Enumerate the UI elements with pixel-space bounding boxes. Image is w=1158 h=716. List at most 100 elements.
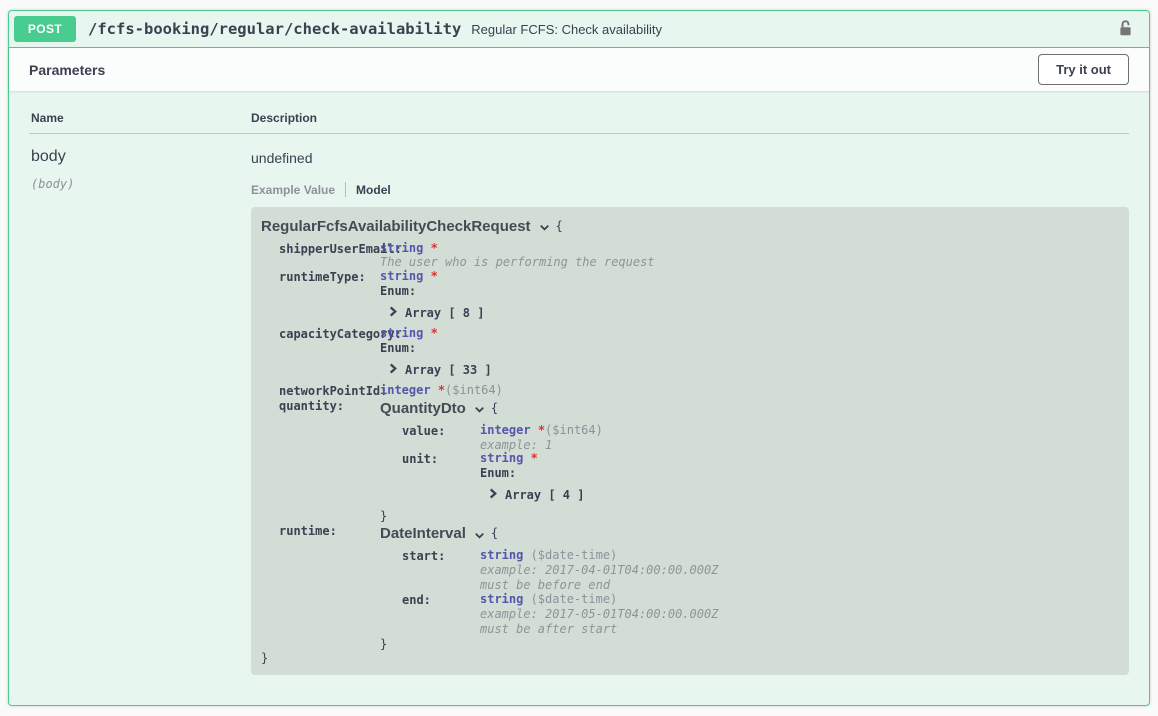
enum-array-toggle[interactable]: Array [ 8 ] <box>388 306 1119 320</box>
endpoint-path[interactable]: /fcfs-booking/regular/check-availability <box>88 20 461 38</box>
parameters-title: Parameters <box>29 61 106 78</box>
chevron-down-icon[interactable] <box>538 221 551 234</box>
property-format: ($date-time) <box>523 591 618 606</box>
property-value: string * Enum: Array [ 4 ] <box>480 452 1119 508</box>
endpoint-summary[interactable]: POST /fcfs-booking/regular/check-availab… <box>9 11 1149 48</box>
property-type: string <box>380 326 424 341</box>
property-name: capacityCategory: <box>279 327 402 342</box>
property-name: start: <box>402 548 446 563</box>
property-example: example: 2017-04-01T04:00:00.000Z <box>480 562 719 577</box>
property-name: unit: <box>402 452 439 467</box>
enum-array-toggle[interactable]: Array [ 4 ] <box>488 488 1119 502</box>
model-box: RegularFcfsAvailabilityCheckRequest { sh… <box>251 207 1129 676</box>
parameters-table-header: Name Description <box>29 99 1129 134</box>
nested-model-title[interactable]: DateInterval <box>380 524 466 544</box>
property-type: integer <box>480 422 531 437</box>
chevron-right-icon <box>488 488 498 502</box>
property-format: ($int64) <box>445 383 503 398</box>
property-name: networkPointId: <box>279 384 388 399</box>
model-title[interactable]: RegularFcfsAvailabilityCheckRequest <box>261 217 531 237</box>
description-column-header: Description <box>251 111 318 125</box>
required-star: * <box>537 422 546 437</box>
property-row-runtimeType: runtimeType: string * Enum: Array [ 8 ] <box>279 270 1119 326</box>
open-brace: { <box>555 218 563 233</box>
parameter-description-cell: undefined Example Value Model RegularFcf… <box>251 148 1129 676</box>
parameters-body: Name Description body (body) undefined E… <box>9 91 1149 705</box>
property-format: ($date-time) <box>523 547 618 562</box>
nested-properties: value: integer *($int64) example: 1 unit… <box>402 422 1119 509</box>
chevron-down-icon[interactable] <box>473 403 486 416</box>
property-row-unit: unit: string * Enum: Array [ 4 ] <box>402 452 1119 508</box>
close-brace: } <box>380 509 388 524</box>
required-star: * <box>437 383 446 398</box>
property-type: string <box>380 240 424 255</box>
parameter-location: (body) <box>31 177 75 191</box>
property-type: string <box>480 547 524 562</box>
property-value: integer *($int64) example: 1 <box>480 422 1119 452</box>
property-value: string ($date-time) example: 2017-05-01T… <box>480 591 1119 636</box>
property-type-line: string * <box>380 327 1119 340</box>
property-row-capacityCategory: capacityCategory: string * Enum: Array [… <box>279 327 1119 383</box>
property-row-quantity: quantity: QuantityDto {value: integer *… <box>279 399 1119 523</box>
parameter-description: undefined <box>251 150 313 166</box>
property-value: DateInterval {start: string ($date-time… <box>380 524 1119 650</box>
property-row-networkPointId: networkPointId: integer *($int64) <box>279 384 1119 398</box>
property-example: example: 1 <box>480 437 553 452</box>
chevron-right-icon <box>388 363 398 377</box>
auth-unlock-button[interactable] <box>1117 17 1144 41</box>
tab-example-value[interactable]: Example Value <box>251 183 335 197</box>
model-title-row: RegularFcfsAvailabilityCheckRequest { <box>261 217 1119 237</box>
parameter-name: body <box>31 148 66 165</box>
property-name: end: <box>402 592 431 607</box>
property-type-line: string * <box>380 270 1119 283</box>
property-note: must be after start <box>480 621 618 636</box>
property-example: example: 2017-05-01T04:00:00.000Z <box>480 606 719 621</box>
try-it-out-button[interactable]: Try it out <box>1038 54 1129 85</box>
chevron-right-icon <box>388 306 398 320</box>
property-value: QuantityDto {value: integer *($int64) e… <box>380 399 1119 523</box>
property-description: The user who is performing the request <box>380 255 655 270</box>
post-method-badge: POST <box>14 16 76 42</box>
endpoint-description: Regular FCFS: Check availability <box>471 21 663 37</box>
property-type-line: integer *($int64) <box>480 422 1119 437</box>
enum-array-label: Array [ 33 ] <box>405 362 492 377</box>
parameter-row-body: body (body) undefined Example Value Mode… <box>29 134 1129 676</box>
model-tabs: Example Value Model <box>251 182 1129 197</box>
enum-label: Enum: <box>380 284 417 299</box>
property-row-end: end: string ($date-time) example: 2017-0… <box>402 591 1119 636</box>
tab-model[interactable]: Model <box>356 183 391 197</box>
nested-model-title[interactable]: QuantityDto <box>380 399 466 419</box>
property-type: integer <box>380 383 431 398</box>
enum-array-toggle[interactable]: Array [ 33 ] <box>388 363 1119 377</box>
enum-array-label: Array [ 4 ] <box>505 487 585 502</box>
page: POST /fcfs-booking/regular/check-availab… <box>0 0 1158 716</box>
nested-model-title-row: DateInterval { <box>380 524 1119 544</box>
name-column-header: Name <box>31 111 64 125</box>
property-name: value: <box>402 423 446 438</box>
nested-properties: start: string ($date-time) example: 2017… <box>402 547 1119 636</box>
close-brace: } <box>380 636 388 651</box>
property-name: runtime: <box>279 524 337 539</box>
required-star: * <box>430 326 438 341</box>
property-name: shipperUserEmail: <box>279 241 402 256</box>
property-value: integer *($int64) <box>380 384 1119 397</box>
nested-model-title-row: QuantityDto { <box>380 399 1119 419</box>
chevron-down-icon[interactable] <box>473 529 486 542</box>
property-type: string <box>480 591 524 606</box>
property-name: quantity: <box>279 399 345 414</box>
property-type-line: string ($date-time) <box>480 547 1119 562</box>
property-type-line: string ($date-time) <box>480 591 1119 606</box>
property-value: string * Enum: Array [ 33 ] <box>380 327 1119 383</box>
required-star: * <box>430 269 438 284</box>
tab-separator <box>345 182 347 197</box>
property-value: string * Enum: Array [ 8 ] <box>380 270 1119 326</box>
parameters-section-header: Parameters Try it out <box>9 48 1149 91</box>
property-format: ($int64) <box>545 422 603 437</box>
enum-label: Enum: <box>480 466 517 481</box>
enum-array-label: Array [ 8 ] <box>405 305 485 320</box>
required-star: * <box>430 240 438 255</box>
required-star: * <box>530 451 538 466</box>
property-type-line: string * <box>480 452 1119 465</box>
property-row-value: value: integer *($int64) example: 1 <box>402 422 1119 452</box>
opblock-post: POST /fcfs-booking/regular/check-availab… <box>8 10 1150 707</box>
